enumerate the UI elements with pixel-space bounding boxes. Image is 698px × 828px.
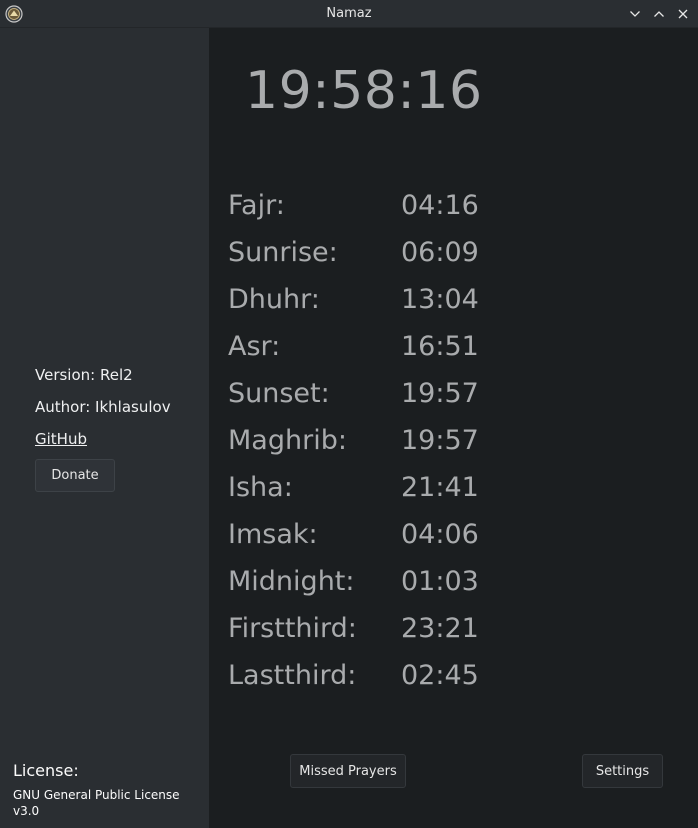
prayer-name: Isha: [228, 472, 293, 503]
prayer-row-fajr: Fajr: 04:16 [228, 182, 479, 229]
prayer-time: 13:04 [401, 284, 479, 315]
close-icon[interactable] [674, 4, 692, 24]
settings-button[interactable]: Settings [582, 754, 663, 788]
license-value: GNU General Public License v3.0 [13, 788, 180, 818]
prayer-name: Asr: [228, 331, 281, 362]
prayer-time: 16:51 [401, 331, 479, 362]
prayer-row-lastthird: Lastthird: 02:45 [228, 652, 479, 699]
prayer-row-sunrise: Sunrise: 06:09 [228, 229, 479, 276]
prayer-times-list: Fajr: 04:16 Sunrise: 06:09 Dhuhr: 13:04 … [228, 182, 479, 699]
prayer-time: 04:16 [401, 190, 479, 221]
prayer-name: Dhuhr: [228, 284, 320, 315]
prayer-time: 19:57 [401, 378, 479, 409]
prayer-name: Maghrib: [228, 425, 347, 456]
prayer-time: 21:41 [401, 472, 479, 503]
prayer-time: 02:45 [401, 660, 479, 691]
version-label: Version: Rel2 [35, 366, 133, 384]
prayer-time: 23:21 [401, 613, 479, 644]
donate-button[interactable]: Donate [35, 459, 115, 492]
title-bar: Namaz [0, 0, 698, 28]
prayer-name: Fajr: [228, 190, 285, 221]
prayer-name: Firstthird: [228, 613, 357, 644]
author-label: Author: Ikhlasulov [35, 398, 171, 416]
license-info: License: GNU General Public License v3.0 [13, 760, 209, 819]
prayer-time: 01:03 [401, 566, 479, 597]
prayer-row-maghrib: Maghrib: 19:57 [228, 417, 479, 464]
app-info: Version: Rel2 Author: Ikhlasulov GitHub [35, 364, 171, 460]
prayer-row-isha: Isha: 21:41 [228, 464, 479, 511]
prayer-time: 04:06 [401, 519, 479, 550]
github-link[interactable]: GitHub [35, 430, 87, 448]
prayer-time: 19:57 [401, 425, 479, 456]
prayer-name: Sunset: [228, 378, 330, 409]
window-title: Namaz [326, 6, 372, 21]
maximize-icon[interactable] [650, 4, 668, 24]
minimize-icon[interactable] [626, 4, 644, 24]
prayer-row-dhuhr: Dhuhr: 13:04 [228, 276, 479, 323]
prayer-name: Sunrise: [228, 237, 338, 268]
prayer-row-imsak: Imsak: 04:06 [228, 511, 479, 558]
prayer-name: Midnight: [228, 566, 355, 597]
missed-prayers-button[interactable]: Missed Prayers [290, 754, 406, 788]
license-label: License: [13, 761, 79, 780]
prayer-time: 06:09 [401, 237, 479, 268]
app-icon[interactable] [5, 5, 23, 23]
current-time: 19:58:16 [245, 61, 483, 121]
prayer-name: Lastthird: [228, 660, 357, 691]
prayer-row-sunset: Sunset: 19:57 [228, 370, 479, 417]
main-panel: 19:58:16 Fajr: 04:16 Sunrise: 06:09 Dhuh… [209, 28, 698, 828]
prayer-row-firstthird: Firstthird: 23:21 [228, 605, 479, 652]
prayer-name: Imsak: [228, 519, 318, 550]
window-controls [626, 4, 692, 24]
prayer-row-asr: Asr: 16:51 [228, 323, 479, 370]
prayer-row-midnight: Midnight: 01:03 [228, 558, 479, 605]
sidebar: Version: Rel2 Author: Ikhlasulov GitHub … [0, 28, 209, 828]
